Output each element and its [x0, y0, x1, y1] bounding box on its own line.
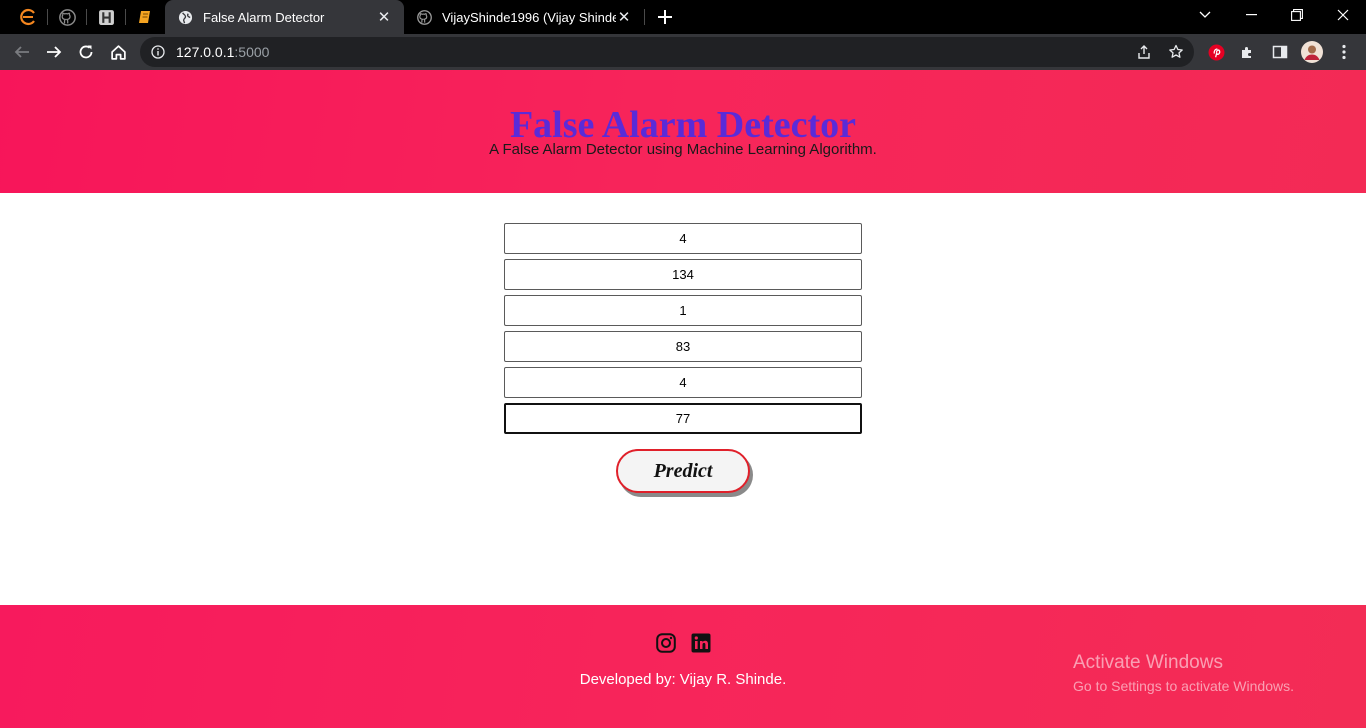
liferay-tab-icon[interactable]	[14, 5, 42, 29]
restore-icon	[1291, 9, 1303, 21]
chevron-down-icon	[1199, 11, 1211, 18]
url-host: 127.0.0.1	[176, 44, 235, 60]
home-icon	[110, 44, 126, 60]
tab-separator	[86, 9, 87, 25]
side-panel-button[interactable]	[1266, 38, 1294, 66]
url-text: 127.0.0.1:5000	[176, 44, 269, 60]
prediction-form	[504, 223, 862, 439]
close-window-button[interactable]	[1320, 0, 1366, 30]
page-subtitle: A False Alarm Detector using Machine Lea…	[489, 141, 877, 158]
tab-title: VijayShinde1996 (Vijay Shinde)	[442, 9, 616, 25]
share-button[interactable]	[1130, 37, 1158, 67]
minimize-icon	[1245, 14, 1257, 16]
github-tab-icon[interactable]	[53, 5, 81, 29]
tab-github-profile[interactable]: VijayShinde1996 (Vijay Shinde) ✕	[404, 0, 644, 34]
browser-toolbar: 127.0.0.1:5000	[0, 34, 1366, 70]
avatar-icon	[1301, 41, 1323, 63]
globe-icon	[177, 9, 193, 25]
pinterest-extension-button[interactable]	[1202, 38, 1230, 66]
notebook-tab-icon[interactable]	[131, 5, 159, 29]
browser-menu-button[interactable]	[1330, 38, 1358, 66]
tab-title: False Alarm Detector	[203, 9, 325, 25]
tab-separator	[644, 9, 645, 25]
kebab-menu-icon	[1342, 44, 1346, 60]
restore-button[interactable]	[1274, 0, 1320, 30]
tab-false-alarm-detector[interactable]: False Alarm Detector ✕	[165, 0, 404, 34]
pinterest-icon	[1208, 44, 1224, 60]
info-icon[interactable]	[150, 44, 166, 60]
minimize-button[interactable]	[1228, 0, 1274, 30]
extensions-button[interactable]	[1234, 38, 1262, 66]
instagram-icon[interactable]	[655, 632, 677, 654]
arrow-right-icon	[47, 46, 62, 58]
github-icon	[416, 9, 432, 25]
tab-separator	[47, 9, 48, 25]
input-field-4[interactable]	[504, 331, 862, 362]
tab-close-icon[interactable]: ✕	[376, 9, 392, 26]
input-field-1[interactable]	[504, 223, 862, 254]
windows-activation-watermark: Activate Windows Go to Settings to activ…	[1073, 651, 1294, 697]
tab-search-button[interactable]	[1182, 0, 1228, 30]
hashnode-tab-icon[interactable]	[92, 5, 120, 29]
close-icon	[1337, 9, 1349, 21]
puzzle-icon	[1242, 47, 1251, 58]
input-field-5[interactable]	[504, 367, 862, 398]
arrow-left-icon	[14, 46, 29, 58]
side-panel-icon	[1272, 45, 1288, 59]
social-links	[655, 632, 712, 654]
bookmark-button[interactable]	[1162, 37, 1190, 67]
tab-separator	[125, 9, 126, 25]
reload-button[interactable]	[72, 38, 100, 66]
watermark-subtitle: Go to Settings to activate Windows.	[1073, 678, 1294, 694]
star-icon	[1169, 44, 1183, 58]
reload-icon	[79, 45, 93, 59]
back-button[interactable]	[8, 38, 36, 66]
page-content: False Alarm Detector A False Alarm Detec…	[0, 70, 1366, 728]
input-field-2[interactable]	[504, 259, 862, 290]
input-field-6[interactable]	[504, 403, 862, 434]
tab-close-icon[interactable]: ✕	[616, 9, 632, 26]
home-button[interactable]	[104, 38, 132, 66]
new-tab-button[interactable]	[652, 5, 678, 29]
linkedin-icon[interactable]	[690, 632, 712, 654]
forward-button[interactable]	[40, 38, 68, 66]
address-bar[interactable]: 127.0.0.1:5000	[140, 37, 1194, 67]
predict-button[interactable]: Predict	[616, 449, 750, 493]
page-header: False Alarm Detector A False Alarm Detec…	[0, 70, 1366, 193]
url-port: :5000	[234, 44, 270, 60]
profile-avatar[interactable]	[1298, 38, 1326, 66]
plus-icon	[658, 10, 672, 24]
watermark-title: Activate Windows	[1073, 652, 1223, 673]
input-field-3[interactable]	[504, 295, 862, 326]
share-icon	[1138, 45, 1150, 59]
browser-tab-bar: False Alarm Detector ✕ VijayShinde1996 (…	[0, 0, 1366, 34]
